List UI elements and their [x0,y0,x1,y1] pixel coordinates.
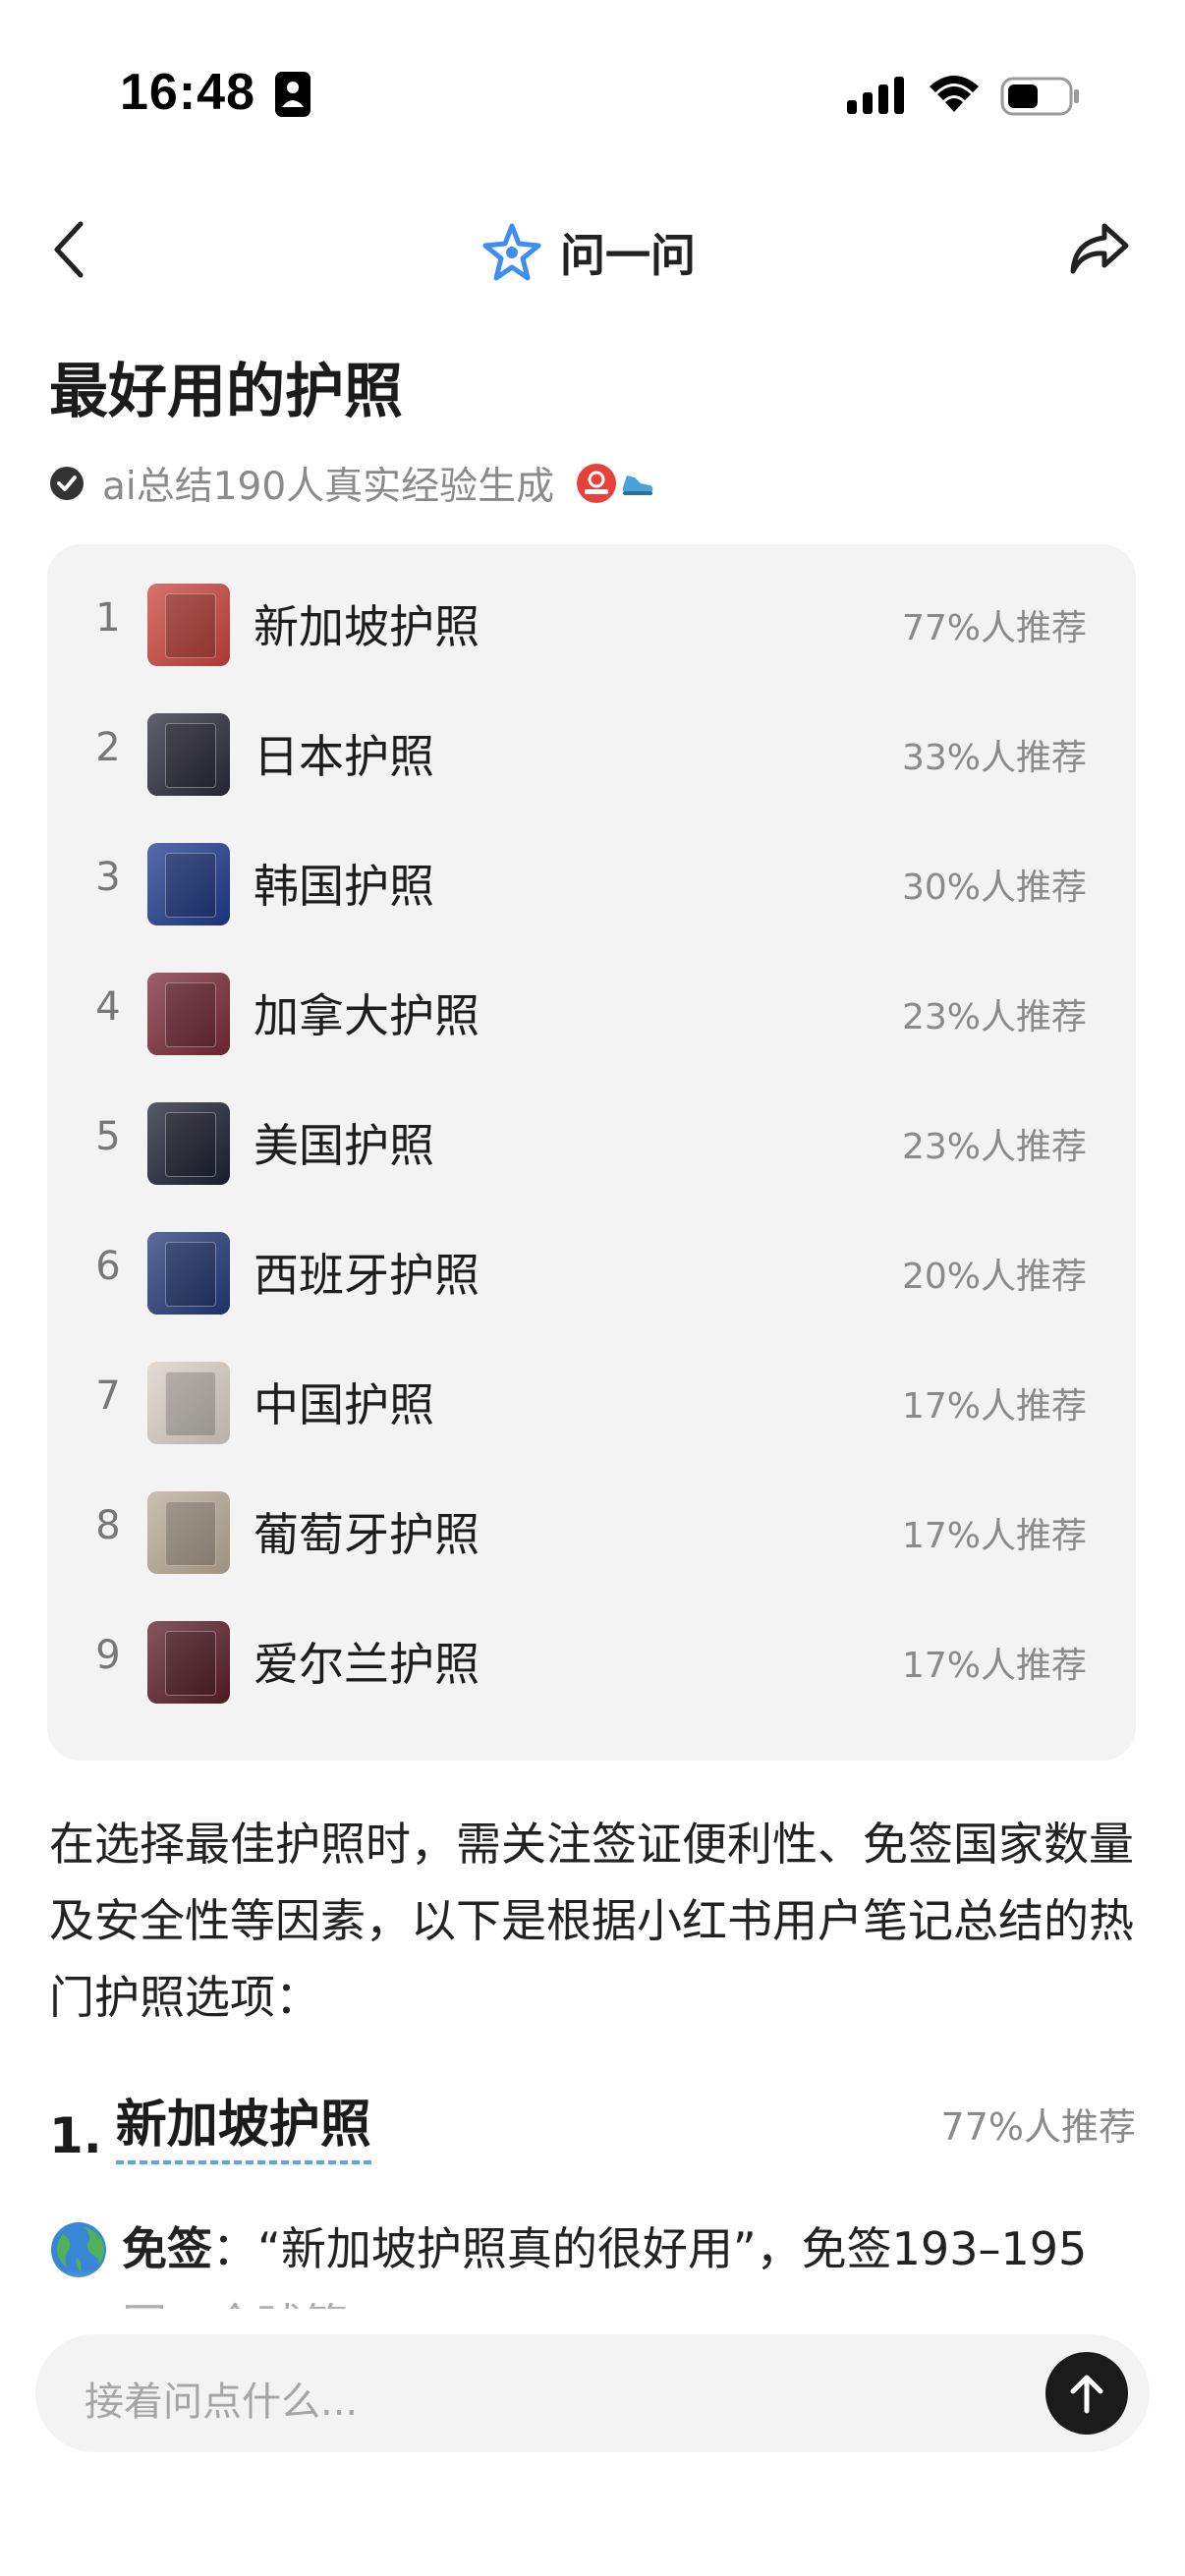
question-input-bar[interactable]: 接着问点什么... [35,2334,1150,2452]
section-percent: 77%人推荐 [940,2105,1136,2149]
rank-name: 新加坡护照 [254,600,480,653]
rank-number: 7 [95,1373,121,1419]
bullet-label: 免签 [122,2222,212,2275]
nav-title-group: 问一问 [481,218,696,287]
wifi-icon [930,76,979,112]
section-name-link[interactable]: 新加坡护照 [115,2083,371,2164]
rank-name: 日本护照 [254,730,434,783]
passport-thumbnail-cover [165,593,216,658]
rank-percent: 17%人推荐 [901,1646,1087,1686]
share-icon[interactable] [1067,216,1132,281]
passport-thumbnail[interactable] [147,843,230,925]
rank-number: 9 [95,1633,121,1678]
passport-thumbnail-cover [165,1112,216,1177]
source-logo-icon [577,464,617,503]
nav-title: 问一问 [560,229,696,282]
passport-thumbnail-cover [165,1631,216,1696]
rank-name: 韩国护照 [254,860,434,913]
signal-icon [847,77,904,114]
section-number: 1. [49,2107,102,2164]
ranking-row[interactable]: 9 爱尔兰护照 17%人推荐 [47,1597,1136,1727]
rank-name: 爱尔兰护照 [254,1638,480,1691]
passport-thumbnail[interactable] [147,1621,230,1704]
rank-number: 5 [95,1114,121,1159]
ai-summary-text: ai总结190人真实经验生成 [102,465,555,509]
ranking-card: 1 新加坡护照 77%人推荐 2 日本护照 33%人推荐 3 韩国护照 30%人推荐 4 加拿大护照… [47,544,1136,1761]
passport-thumbnail-cover [165,1501,216,1566]
passport-thumbnail-cover [165,1242,216,1307]
battery-icon [1000,77,1079,116]
ranking-row[interactable]: 1 新加坡护照 77%人推荐 [47,560,1136,690]
passport-thumbnail[interactable] [147,584,230,666]
rank-number: 2 [95,725,121,770]
rank-percent: 17%人推荐 [901,1386,1087,1427]
ranking-row[interactable]: 8 葡萄牙护照 17%人推荐 [47,1468,1136,1597]
passport-thumbnail[interactable] [147,713,230,796]
back-icon[interactable] [47,218,94,281]
status-time: 16:48 [120,64,255,121]
arrow-up-icon [1070,2375,1103,2414]
question-input-placeholder[interactable]: 接着问点什么... [85,2370,358,2427]
ranking-row[interactable]: 4 加拿大护照 23%人推荐 [47,949,1136,1079]
passport-thumbnail[interactable] [147,1362,230,1444]
ranking-row[interactable]: 2 日本护照 33%人推荐 [47,690,1136,819]
status-bar: 16:48 [0,0,1185,187]
rank-number: 4 [95,984,121,1030]
ranking-row[interactable]: 7 中国护照 17%人推荐 [47,1338,1136,1468]
passport-thumbnail[interactable] [147,1491,230,1574]
rank-name: 葡萄牙护照 [254,1508,480,1561]
rank-name: 加拿大护照 [254,989,480,1042]
person-card-icon [275,72,310,117]
rank-name: 美国护照 [254,1119,434,1172]
passport-thumbnail-cover [165,723,216,788]
rank-percent: 30%人推荐 [901,868,1087,908]
rank-name: 中国护照 [254,1378,434,1431]
rank-number: 1 [95,595,121,641]
passport-thumbnail-cover [165,1372,216,1436]
rank-percent: 77%人推荐 [901,608,1087,648]
ai-summary-line: ai总结190人真实经验生成 [49,456,654,511]
check-circle-icon [50,467,84,500]
send-button[interactable] [1045,2352,1128,2435]
rank-number: 8 [95,1503,121,1548]
rank-percent: 17%人推荐 [901,1516,1087,1556]
section-heading: 1. 新加坡护照 [49,2083,371,2164]
rank-number: 3 [95,855,121,900]
page-title: 最好用的护照 [49,358,403,426]
passport-thumbnail-cover [165,982,216,1047]
passport-thumbnail[interactable] [147,973,230,1055]
rank-percent: 23%人推荐 [901,997,1087,1037]
rank-number: 6 [95,1244,121,1289]
passport-thumbnail[interactable] [147,1102,230,1185]
passport-thumbnail[interactable] [147,1232,230,1315]
source-icons [576,463,654,504]
sparkle-star-icon [482,223,541,281]
passport-thumbnail-cover [165,853,216,918]
ranking-row[interactable]: 3 韩国护照 30%人推荐 [47,819,1136,949]
sneaker-icon [623,476,653,495]
rank-percent: 23%人推荐 [901,1127,1087,1167]
ranking-row[interactable]: 6 西班牙护照 20%人推荐 [47,1208,1136,1338]
summary-paragraph: 在选择最佳护照时，需关注签证便利性、免签国家数量及安全性等因素，以下是根据小红书… [49,1818,1134,2024]
rank-percent: 20%人推荐 [901,1257,1087,1297]
rank-percent: 33%人推荐 [901,738,1087,778]
ranking-row[interactable]: 5 美国护照 23%人推荐 [47,1079,1136,1208]
rank-name: 西班牙护照 [254,1249,480,1302]
content-fade [0,2269,1185,2328]
